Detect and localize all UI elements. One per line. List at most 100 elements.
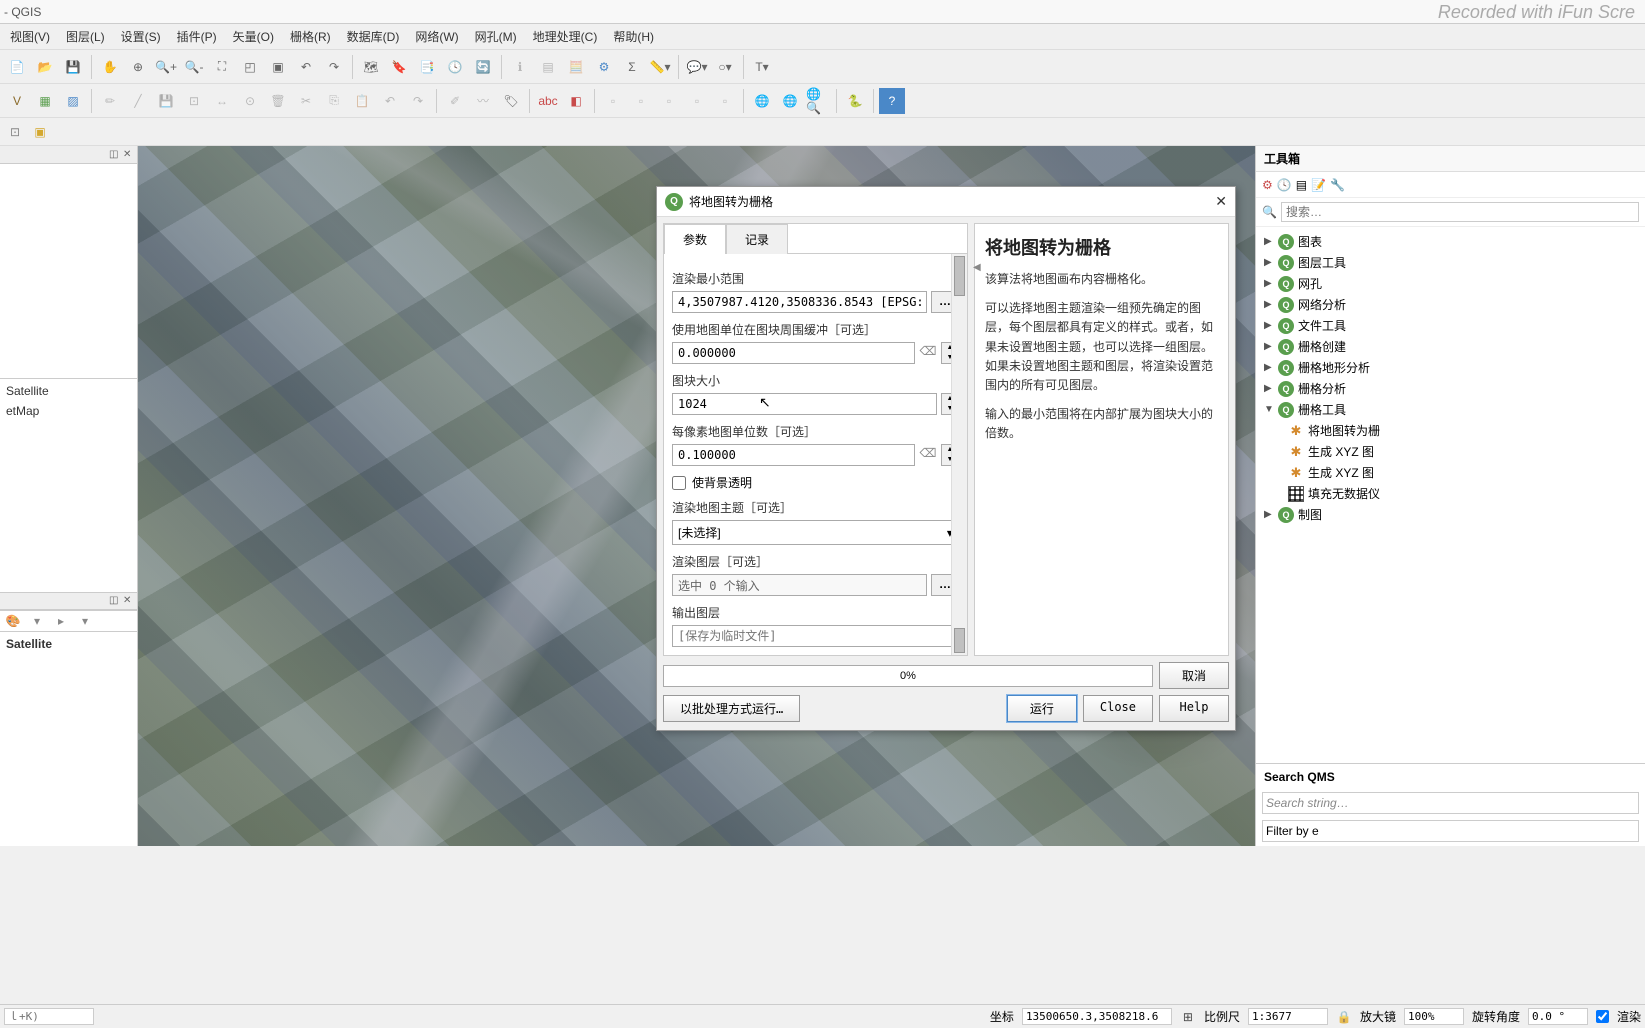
tool-d-icon[interactable]: ▫ bbox=[684, 88, 710, 114]
save-project-icon[interactable]: 💾 bbox=[60, 54, 86, 80]
tree-tool-fill-nodata[interactable]: 填充无数据仪 bbox=[1260, 483, 1641, 504]
map-tips-icon[interactable]: 💬▾ bbox=[684, 54, 710, 80]
render-layers-input[interactable] bbox=[672, 574, 927, 596]
add-feature-icon[interactable]: ⊡ bbox=[181, 88, 207, 114]
tree-group-raster-create[interactable]: ▶Q栅格创建 bbox=[1260, 336, 1641, 357]
close-button[interactable]: Close bbox=[1083, 695, 1153, 722]
snap-icon[interactable]: ⊡ bbox=[4, 121, 26, 143]
zoom-selection-icon[interactable]: ◰ bbox=[237, 54, 263, 80]
filter-icon[interactable]: ▾ bbox=[26, 610, 48, 632]
menu-processing[interactable]: 地理处理(C) bbox=[525, 25, 606, 48]
layer-satellite[interactable]: Satellite bbox=[2, 381, 135, 401]
reshape-icon[interactable]: 〰 bbox=[470, 88, 496, 114]
transparent-bg-row[interactable]: 使背景透明 bbox=[672, 474, 959, 491]
map-theme-select[interactable]: [未选择] ▾ bbox=[672, 520, 959, 545]
toggle-extents-icon[interactable]: ⊞ bbox=[1180, 1009, 1196, 1025]
add-mesh-icon[interactable]: ▨ bbox=[60, 88, 86, 114]
transparent-bg-checkbox[interactable] bbox=[672, 476, 686, 490]
save-edits-icon[interactable]: 💾 bbox=[153, 88, 179, 114]
zoom-layer-icon[interactable]: ▣ bbox=[265, 54, 291, 80]
menu-database[interactable]: 数据库(D) bbox=[339, 25, 408, 48]
tree-group-file[interactable]: ▶Q文件工具 bbox=[1260, 315, 1641, 336]
paste-icon[interactable]: 📋 bbox=[349, 88, 375, 114]
text-annotation-icon[interactable]: T▾ bbox=[749, 54, 775, 80]
new-map-view-icon[interactable]: 🗺 bbox=[358, 54, 384, 80]
tree-group-raster-terrain[interactable]: ▶Q栅格地形分析 bbox=[1260, 357, 1641, 378]
menu-mesh[interactable]: 网孔(M) bbox=[467, 25, 525, 48]
buffer-clear-icon[interactable]: ⌫ bbox=[919, 344, 937, 362]
toolbox-tree[interactable]: ▶Q图表 ▶Q图层工具 ▶Q网孔 ▶Q网络分析 ▶Q文件工具 ▶Q栅格创建 ▶Q… bbox=[1256, 227, 1645, 763]
lock-scale-icon[interactable]: 🔒 bbox=[1336, 1009, 1352, 1025]
tool-e-icon[interactable]: ▫ bbox=[712, 88, 738, 114]
browser-list[interactable] bbox=[0, 164, 137, 378]
tree-tool-xyz-2[interactable]: ✱生成 XYZ 图 bbox=[1260, 462, 1641, 483]
toolbox-icon[interactable]: ⚙ bbox=[591, 54, 617, 80]
zoom-last-icon[interactable]: ↶ bbox=[293, 54, 319, 80]
globe-blue-icon[interactable]: 🌐 bbox=[749, 88, 775, 114]
rotation-input[interactable] bbox=[1528, 1008, 1588, 1025]
python-console-icon[interactable]: 🐍 bbox=[842, 88, 868, 114]
add-vector-icon[interactable]: V bbox=[4, 88, 30, 114]
batch-run-button[interactable]: 以批处理方式运行… bbox=[663, 695, 800, 722]
menu-plugins[interactable]: 插件(P) bbox=[169, 25, 225, 48]
px-units-input[interactable] bbox=[672, 444, 915, 466]
px-units-clear-icon[interactable]: ⌫ bbox=[919, 446, 937, 464]
temporal-icon[interactable]: 🕓 bbox=[442, 54, 468, 80]
layers-list[interactable]: Satellite bbox=[0, 632, 137, 846]
dialog-close-icon[interactable]: ✕ bbox=[1215, 193, 1227, 210]
new-bookmark-icon[interactable]: 🔖 bbox=[386, 54, 412, 80]
move-feature-icon[interactable]: ↔ bbox=[209, 88, 235, 114]
help-icon[interactable]: ? bbox=[879, 88, 905, 114]
render-checkbox[interactable] bbox=[1596, 1010, 1609, 1023]
menu-web[interactable]: 网络(W) bbox=[407, 25, 466, 48]
identify-icon[interactable]: ℹ bbox=[507, 54, 533, 80]
menu-help[interactable]: 帮助(H) bbox=[605, 25, 662, 48]
edit-line-icon[interactable]: ╱ bbox=[125, 88, 151, 114]
style-icon[interactable]: 🎨 bbox=[2, 610, 24, 632]
collapse-icon[interactable]: ▾ bbox=[74, 610, 96, 632]
help-button[interactable]: Help bbox=[1159, 695, 1229, 722]
collapse-help-icon[interactable]: ◀ bbox=[973, 262, 981, 273]
tab-parameters[interactable]: 参数 bbox=[664, 224, 726, 254]
menu-layer[interactable]: 图层(L) bbox=[58, 25, 113, 48]
delete-icon[interactable]: 🗑 bbox=[265, 88, 291, 114]
tool-b-icon[interactable]: ▫ bbox=[628, 88, 654, 114]
layer-etmap[interactable]: etMap bbox=[2, 401, 135, 421]
history-icon[interactable]: 🕓 bbox=[1277, 178, 1292, 192]
panel-close-icon[interactable]: ✕ bbox=[123, 149, 135, 161]
menu-view[interactable]: 视图(V) bbox=[2, 25, 58, 48]
menu-raster[interactable]: 栅格(R) bbox=[282, 25, 339, 48]
globe-search-icon[interactable]: 🌐🔍 bbox=[805, 88, 831, 114]
magnifier-input[interactable] bbox=[1404, 1008, 1464, 1025]
cut-icon[interactable]: ✂ bbox=[293, 88, 319, 114]
add-raster-icon[interactable]: ▦ bbox=[32, 88, 58, 114]
node-tool-icon[interactable]: ⊙ bbox=[237, 88, 263, 114]
cancel-button[interactable]: 取消 bbox=[1159, 662, 1229, 689]
tree-tool-xyz-1[interactable]: ✱生成 XYZ 图 bbox=[1260, 441, 1641, 462]
toolbox-search-input[interactable] bbox=[1281, 202, 1639, 222]
redo-icon[interactable]: ↷ bbox=[405, 88, 431, 114]
label-tool-icon[interactable]: abc bbox=[535, 88, 561, 114]
field-calc-icon[interactable]: 🧮 bbox=[563, 54, 589, 80]
tool-c-icon[interactable]: ▫ bbox=[656, 88, 682, 114]
edit-scripts-icon[interactable]: 📝 bbox=[1311, 178, 1326, 192]
tree-group-layer-tools[interactable]: ▶Q图层工具 bbox=[1260, 252, 1641, 273]
attributes-icon[interactable]: ▤ bbox=[535, 54, 561, 80]
dialog-titlebar[interactable]: Q 将地图转为栅格 ✕ bbox=[657, 187, 1235, 217]
search-qms-input[interactable]: Search string… bbox=[1262, 792, 1639, 814]
globe-green-icon[interactable]: 🌐 bbox=[777, 88, 803, 114]
layer-item-satellite-active[interactable]: Satellite bbox=[2, 634, 135, 654]
zoom-full-icon[interactable]: ⛶ bbox=[209, 54, 235, 80]
digitize-icon[interactable]: ✐ bbox=[442, 88, 468, 114]
new-project-icon[interactable]: 📄 bbox=[4, 54, 30, 80]
model-icon[interactable]: ⚙ bbox=[1262, 178, 1273, 192]
diagram-icon[interactable]: ◧ bbox=[563, 88, 589, 114]
zoom-out-icon[interactable]: 🔍- bbox=[181, 54, 207, 80]
copy-icon[interactable]: ⎘ bbox=[321, 88, 347, 114]
coord-input[interactable] bbox=[1022, 1008, 1172, 1025]
locator-input[interactable] bbox=[4, 1008, 94, 1025]
show-bookmarks-icon[interactable]: 📑 bbox=[414, 54, 440, 80]
buffer-input[interactable] bbox=[672, 342, 915, 364]
run-button[interactable]: 运行 bbox=[1007, 695, 1077, 722]
tree-group-raster-analysis[interactable]: ▶Q栅格分析 bbox=[1260, 378, 1641, 399]
